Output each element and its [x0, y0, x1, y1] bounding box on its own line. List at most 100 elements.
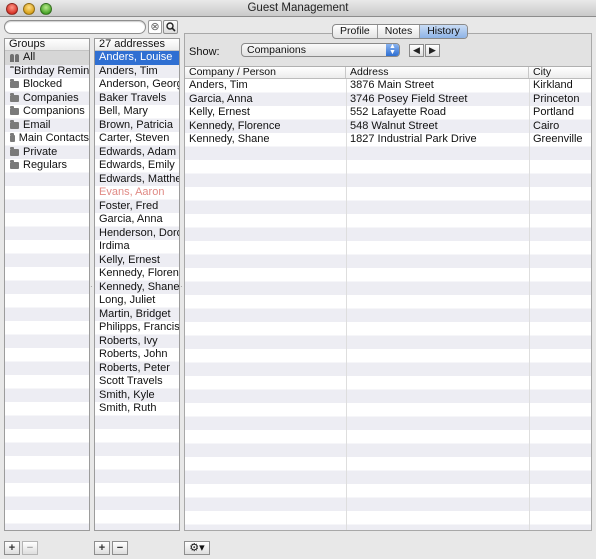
- close-window-button[interactable]: [6, 3, 18, 15]
- search-button[interactable]: [163, 20, 178, 34]
- cell-address: 3746 Posey Field Street: [350, 92, 468, 105]
- address-item[interactable]: Anders, Louise: [95, 51, 179, 65]
- tab-notes[interactable]: Notes: [378, 25, 421, 38]
- address-item[interactable]: Garcia, Anna: [95, 213, 179, 227]
- cell-company: Garcia, Anna: [189, 92, 253, 105]
- group-item[interactable]: Companies: [5, 92, 89, 106]
- add-group-button[interactable]: +: [4, 541, 20, 555]
- address-item[interactable]: Martin, Bridget: [95, 308, 179, 322]
- cell-address: 1827 Industrial Park Drive: [350, 133, 477, 145]
- add-address-button[interactable]: +: [94, 541, 110, 555]
- zoom-window-button[interactable]: [40, 3, 52, 15]
- splitter-handle[interactable]: ·: [180, 282, 183, 291]
- address-item[interactable]: Philipps, Francis: [95, 321, 179, 335]
- table-row[interactable]: Kelly, Ernest 552 Lafayette Road Portland: [185, 106, 591, 120]
- group-label: All: [23, 51, 36, 63]
- address-item[interactable]: Smith, Kyle: [95, 389, 179, 403]
- group-label: Birthday Reminder: [14, 64, 89, 77]
- cell-company: Kennedy, Florence: [189, 119, 281, 132]
- address-item[interactable]: Kennedy, Florence: [95, 267, 179, 281]
- folder-icon: [10, 133, 15, 143]
- address-item[interactable]: Foster, Fred: [95, 200, 179, 214]
- minimize-window-button[interactable]: [23, 3, 35, 15]
- address-item[interactable]: Long, Juliet: [95, 294, 179, 308]
- group-item[interactable]: Private: [5, 146, 89, 160]
- gear-menu-button[interactable]: ⚙▾: [184, 541, 210, 555]
- address-item[interactable]: Edwards, Emily: [95, 159, 179, 173]
- group-label: Companions: [23, 105, 85, 117]
- group-item[interactable]: Birthday Reminder: [5, 65, 89, 79]
- group-item[interactable]: Main Contacts: [5, 132, 89, 146]
- address-item[interactable]: Roberts, Peter: [95, 362, 179, 376]
- address-item[interactable]: Anderson, George: [95, 78, 179, 92]
- groups-header: Groups: [5, 39, 89, 51]
- cell-city: Kirkland: [533, 79, 573, 91]
- group-label: Blocked: [23, 78, 63, 90]
- show-select-value: Companions: [247, 44, 306, 56]
- splitter-handle[interactable]: ·: [90, 282, 93, 291]
- show-label: Show:: [189, 46, 220, 58]
- group-item[interactable]: Regulars: [5, 159, 89, 173]
- address-item[interactable]: Roberts, John: [95, 348, 179, 362]
- next-button[interactable]: ▶: [425, 44, 440, 57]
- group-label: Email: [23, 118, 51, 131]
- group-item[interactable]: Blocked: [5, 78, 89, 92]
- address-item[interactable]: Kelly, Ernest: [95, 254, 179, 268]
- address-item[interactable]: Smith, Ruth: [95, 402, 179, 416]
- search-input[interactable]: [4, 20, 146, 34]
- column-header-company[interactable]: Company / Person: [185, 67, 346, 78]
- column-header-city[interactable]: City: [529, 67, 591, 78]
- address-item[interactable]: Baker Travels: [95, 92, 179, 106]
- tab-history[interactable]: History: [420, 25, 467, 38]
- address-item[interactable]: Edwards, Adam: [95, 146, 179, 160]
- address-item[interactable]: Brown, Patricia: [95, 119, 179, 133]
- folder-icon: [10, 160, 19, 170]
- table-row[interactable]: Kennedy, Florence 548 Walnut Street Cairo: [185, 120, 591, 134]
- folder-icon: [10, 146, 19, 156]
- people-icon: [10, 53, 19, 63]
- address-item[interactable]: Bell, Mary: [95, 105, 179, 119]
- table-body: Anders, Tim 3876 Main Street Kirkland Garci…: [185, 79, 591, 530]
- address-item[interactable]: Anders, Tim: [95, 65, 179, 79]
- group-label: Main Contacts: [18, 132, 89, 144]
- cell-city: Portland: [533, 106, 574, 118]
- address-item[interactable]: Kennedy, Shane: [95, 281, 179, 295]
- cell-city: Princeton: [533, 92, 580, 105]
- groups-panel: Groups AllBirthday ReminderBlockedCompan…: [4, 38, 90, 531]
- address-item[interactable]: Henderson, Dorothy: [95, 227, 179, 241]
- table-row[interactable]: Anders, Tim 3876 Main Street Kirkland: [185, 79, 591, 93]
- group-label: Regulars: [23, 159, 68, 171]
- table-row[interactable]: Kennedy, Shane 1827 Industrial Park Drive…: [185, 133, 591, 147]
- address-item[interactable]: Carter, Steven: [95, 132, 179, 146]
- group-label: Private: [23, 145, 58, 158]
- group-item[interactable]: Email: [5, 119, 89, 133]
- column-header-address[interactable]: Address: [346, 67, 529, 78]
- clear-search-icon[interactable]: ⊗: [148, 20, 162, 34]
- group-item[interactable]: All: [5, 51, 89, 65]
- window-title: Guest Management: [247, 2, 349, 14]
- groups-list: AllBirthday ReminderBlockedCompaniesComp…: [5, 51, 89, 530]
- addresses-panel: 27 addresses Anders, Louise Anders, Tim An…: [94, 38, 180, 531]
- group-label: Companies: [23, 91, 79, 104]
- remove-group-button[interactable]: −: [22, 541, 38, 555]
- tab-profile[interactable]: Profile: [333, 25, 378, 38]
- address-item[interactable]: Scott Travels: [95, 375, 179, 389]
- previous-button[interactable]: ◀: [409, 44, 424, 57]
- folder-icon: [10, 119, 19, 129]
- address-item[interactable]: Roberts, Ivy: [95, 335, 179, 349]
- table-row[interactable]: Garcia, Anna 3746 Posey Field Street Princ…: [185, 93, 591, 107]
- cell-company: Anders, Tim: [189, 79, 248, 91]
- folder-icon: [10, 92, 19, 102]
- search-icon: [165, 22, 176, 32]
- group-item[interactable]: Companions: [5, 105, 89, 119]
- chevron-updown-icon: ▲ ▼: [386, 43, 399, 56]
- address-item[interactable]: Edwards, Matthew: [95, 173, 179, 187]
- cell-city: Cairo: [533, 119, 560, 132]
- remove-address-button[interactable]: −: [112, 541, 128, 555]
- addresses-count: 27 addresses: [95, 39, 179, 51]
- address-item[interactable]: Irdima: [95, 240, 179, 254]
- history-table: Company / Person Address City Anders, Ti…: [185, 66, 591, 530]
- addresses-list: Anders, LouiseAnders, TimAnderson, Georg…: [95, 51, 179, 530]
- address-item[interactable]: Evans, Aaron: [95, 186, 179, 200]
- show-select[interactable]: Companions ▲ ▼: [241, 43, 400, 57]
